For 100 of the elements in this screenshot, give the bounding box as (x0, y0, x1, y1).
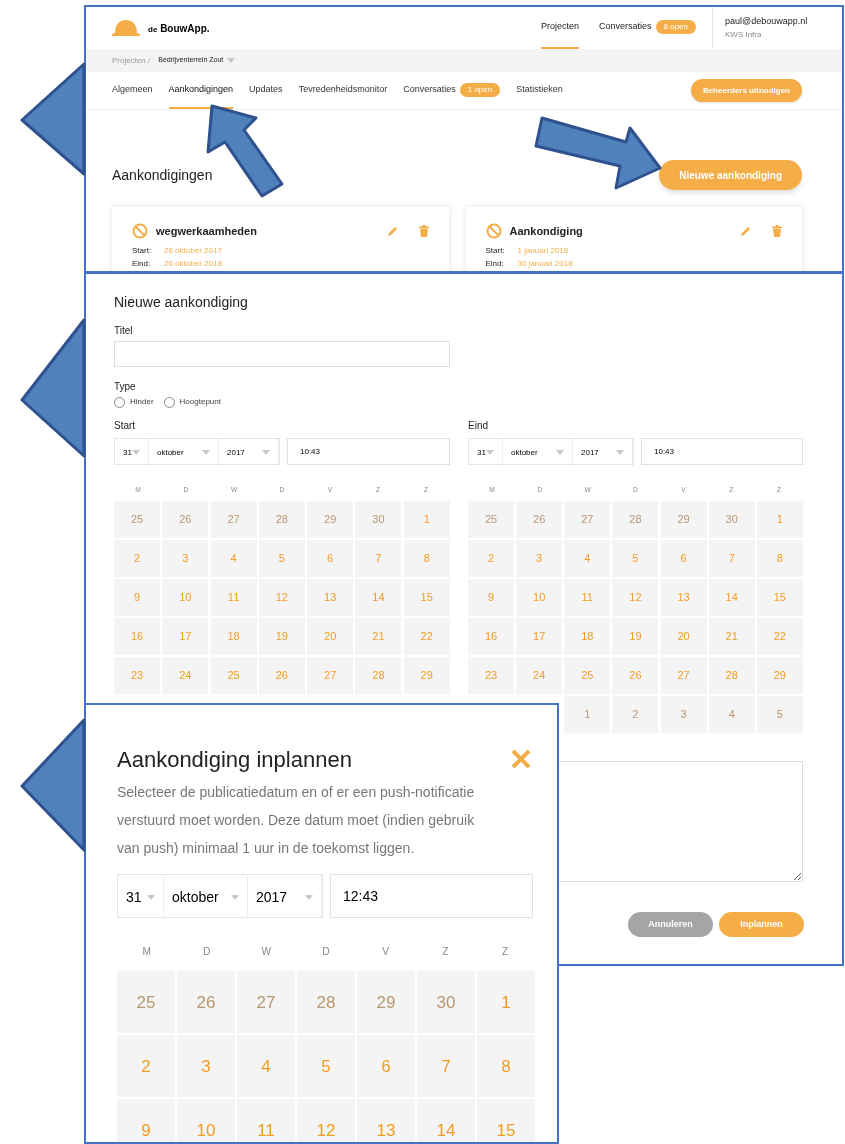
calendar-day[interactable]: 27 (564, 500, 611, 538)
calendar-day[interactable]: 14 (355, 578, 402, 616)
title-input[interactable] (114, 341, 450, 367)
calendar-day[interactable]: 12 (258, 578, 305, 616)
tab[interactable]: Tevredenheidsmonitor (298, 72, 388, 109)
calendar-day[interactable]: 1 (477, 971, 535, 1034)
calendar-day[interactable]: 16 (468, 617, 514, 655)
calendar-day[interactable]: 19 (258, 617, 305, 655)
calendar-day[interactable]: 22 (756, 617, 803, 655)
calendar-day[interactable]: 30 (417, 971, 475, 1034)
calendar-day[interactable]: 9 (114, 578, 160, 616)
date-select[interactable]: 31 (469, 439, 503, 466)
calendar-day[interactable]: 28 (297, 971, 355, 1034)
calendar-day[interactable]: 1 (756, 500, 803, 538)
calendar-day[interactable]: 23 (114, 656, 160, 694)
date-select[interactable]: oktober (503, 439, 573, 466)
trash-icon[interactable] (772, 225, 782, 238)
calendar-day[interactable]: 28 (612, 500, 659, 538)
calendar-day[interactable]: 27 (307, 656, 354, 694)
tab[interactable]: Conversaties 1 open (403, 72, 501, 109)
date-select[interactable]: 2017 (248, 875, 322, 919)
calendar-day[interactable]: 2 (114, 539, 160, 577)
new-announcement-button[interactable]: Nieuwe aankondiging (659, 160, 802, 190)
trash-icon[interactable] (418, 225, 429, 238)
calendar-day[interactable]: 11 (210, 578, 257, 616)
calendar-day[interactable]: 2 (612, 695, 659, 733)
calendar-day[interactable]: 25 (564, 656, 611, 694)
nav-link[interactable]: Conversaties 8 open (599, 7, 696, 49)
calendar-day[interactable]: 26 (177, 971, 235, 1034)
calendar-day[interactable]: 5 (297, 1035, 355, 1098)
calendar-day[interactable]: 27 (237, 971, 295, 1034)
date-select[interactable]: 31 (115, 439, 149, 466)
tab[interactable]: Updates (249, 72, 283, 109)
calendar-day[interactable]: 8 (403, 539, 450, 577)
calendar-day[interactable]: 11 (237, 1099, 295, 1142)
calendar-day[interactable]: 4 (564, 539, 611, 577)
calendar-day[interactable]: 24 (516, 656, 563, 694)
calendar-day[interactable]: 16 (114, 617, 160, 655)
calendar-day[interactable]: 8 (756, 539, 803, 577)
calendar-day[interactable]: 25 (114, 500, 160, 538)
calendar-day[interactable]: 12 (297, 1099, 355, 1142)
calendar-day[interactable]: 8 (477, 1035, 535, 1098)
calendar-day[interactable]: 29 (307, 500, 354, 538)
calendar-day[interactable]: 3 (660, 695, 707, 733)
calendar-day[interactable]: 5 (756, 695, 803, 733)
calendar-day[interactable]: 4 (708, 695, 755, 733)
calendar-day[interactable]: 28 (258, 500, 305, 538)
time-field[interactable]: 10:43 (287, 438, 450, 465)
breadcrumb-link[interactable]: Projecten / (112, 54, 151, 67)
calendar-day[interactable]: 19 (612, 617, 659, 655)
cancel-button[interactable]: Annuleren (628, 911, 713, 937)
calendar-day[interactable]: 7 (417, 1035, 475, 1098)
calendar-day[interactable]: 13 (357, 1099, 415, 1142)
calendar-day[interactable]: 13 (660, 578, 707, 616)
calendar-day[interactable]: 25 (468, 500, 514, 538)
calendar-day[interactable]: 9 (468, 578, 514, 616)
calendar-day[interactable]: 30 (708, 500, 755, 538)
calendar-day[interactable]: 18 (564, 617, 611, 655)
calendar-day[interactable]: 28 (708, 656, 755, 694)
date-select[interactable]: oktober (149, 439, 219, 466)
calendar-day[interactable]: 30 (355, 500, 402, 538)
calendar-day[interactable]: 3 (516, 539, 563, 577)
calendar-day[interactable]: 1 (403, 500, 450, 538)
radio-option[interactable]: Hoogtepunt (163, 396, 221, 408)
calendar-day[interactable]: 26 (162, 500, 209, 538)
time-field[interactable]: 12:43 (330, 874, 533, 918)
schedule-button[interactable]: Inplannen (719, 911, 804, 937)
calendar-day[interactable]: 29 (660, 500, 707, 538)
calendar-day[interactable]: 3 (162, 539, 209, 577)
calendar-day[interactable]: 15 (477, 1099, 535, 1142)
date-select[interactable]: 31 (118, 875, 164, 919)
calendar-day[interactable]: 6 (357, 1035, 415, 1098)
calendar-day[interactable]: 21 (708, 617, 755, 655)
calendar-day[interactable]: 15 (756, 578, 803, 616)
time-field[interactable]: 10:43 (641, 438, 803, 465)
calendar-day[interactable]: 6 (307, 539, 354, 577)
calendar-day[interactable]: 21 (355, 617, 402, 655)
date-select[interactable]: oktober (164, 875, 248, 919)
calendar-day[interactable]: 25 (210, 656, 257, 694)
calendar-day[interactable]: 28 (355, 656, 402, 694)
calendar-day[interactable]: 26 (258, 656, 305, 694)
calendar-day[interactable]: 1 (564, 695, 611, 733)
edit-icon[interactable] (740, 225, 752, 238)
calendar-day[interactable]: 12 (612, 578, 659, 616)
tab[interactable]: Statistieken (516, 72, 563, 109)
radio-option[interactable]: Hinder (114, 396, 154, 408)
calendar-day[interactable]: 17 (516, 617, 563, 655)
calendar-day[interactable]: 23 (468, 656, 514, 694)
calendar-day[interactable]: 20 (660, 617, 707, 655)
calendar-day[interactable]: 26 (516, 500, 563, 538)
calendar-day[interactable]: 14 (708, 578, 755, 616)
calendar-day[interactable]: 9 (117, 1099, 175, 1142)
close-icon[interactable] (511, 749, 531, 769)
calendar-day[interactable]: 10 (177, 1099, 235, 1142)
calendar-day[interactable]: 29 (756, 656, 803, 694)
date-select[interactable]: 2017 (573, 439, 633, 466)
calendar-day[interactable]: 7 (708, 539, 755, 577)
edit-icon[interactable] (386, 225, 399, 238)
calendar-day[interactable]: 13 (307, 578, 354, 616)
calendar-day[interactable]: 27 (660, 656, 707, 694)
